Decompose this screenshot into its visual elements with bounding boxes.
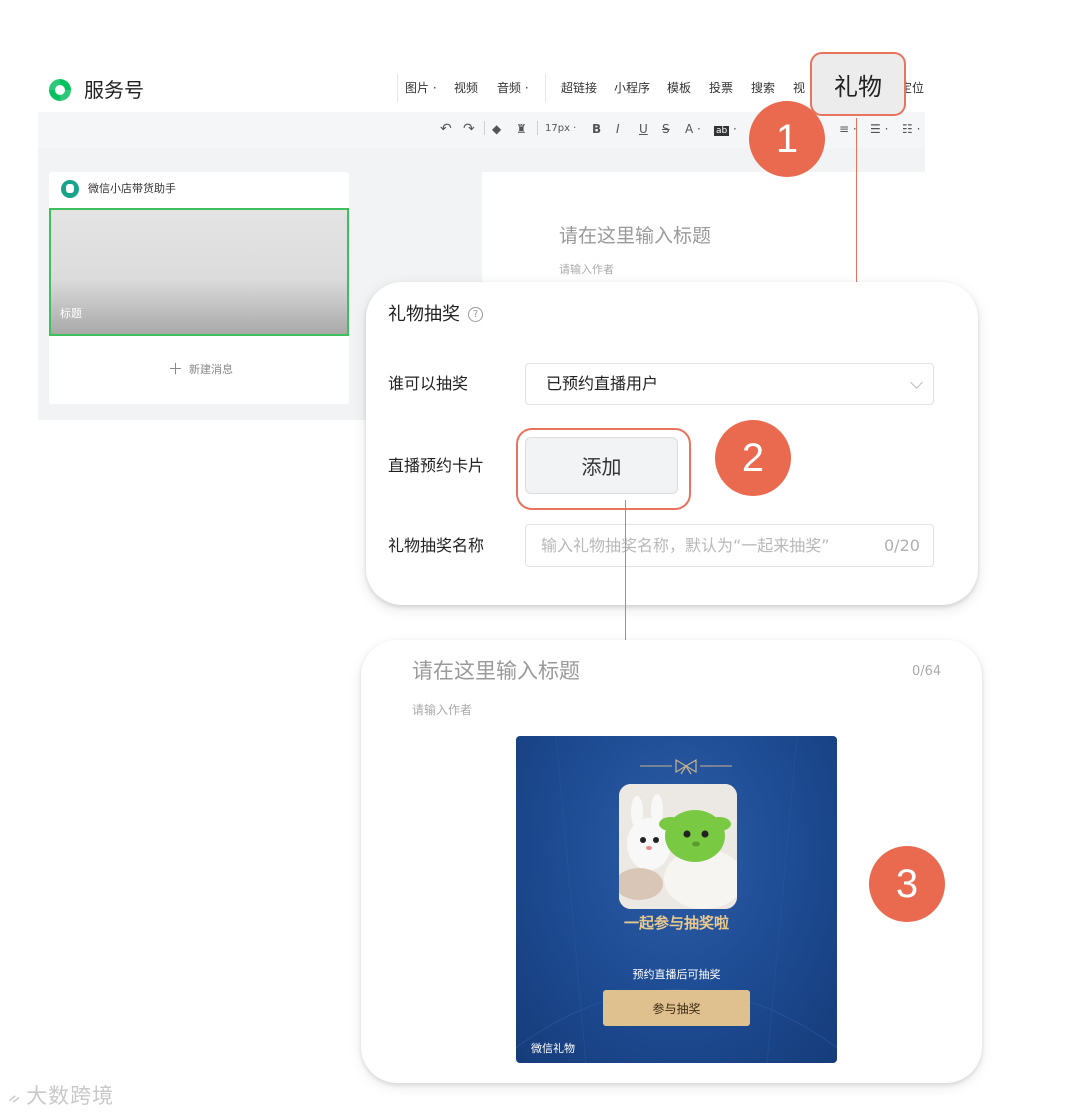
- indent-icon[interactable]: ☷ ·: [902, 120, 920, 138]
- live-card-label: 直播预约卡片: [388, 456, 485, 475]
- lottery-name-placeholder: 输入礼物抽奖名称，默认为“一起来抽奖”: [541, 536, 830, 555]
- ribbon-bow-icon: [640, 758, 732, 775]
- strikethrough-button[interactable]: S: [662, 120, 670, 138]
- service-account-logo-icon: [49, 79, 71, 101]
- step-3-badge: 3: [869, 846, 945, 922]
- menu-hyperlink[interactable]: 超链接: [561, 80, 597, 96]
- menu-video-account[interactable]: 视: [793, 80, 805, 96]
- align-center-icon[interactable]: ≡ ·: [839, 120, 857, 138]
- font-color-button[interactable]: A ·: [685, 120, 701, 138]
- menu-divider: [545, 74, 546, 102]
- help-icon[interactable]: ?: [468, 307, 483, 322]
- eraser-icon[interactable]: ◆: [492, 120, 501, 138]
- bold-button[interactable]: B: [592, 120, 601, 138]
- highlight-button[interactable]: ab ·: [714, 120, 737, 140]
- menu-mini-program[interactable]: 小程序: [614, 80, 650, 96]
- lottery-name-label: 礼物抽奖名称: [388, 536, 485, 555]
- toolbar-divider: [484, 121, 485, 135]
- gift-menu-highlight[interactable]: 礼物: [810, 52, 906, 116]
- font-size-select[interactable]: 17px ·: [545, 120, 576, 138]
- menu-template[interactable]: 模板: [667, 80, 691, 96]
- article-title-input[interactable]: 请在这里输入标题: [559, 222, 711, 250]
- who-can-draw-label: 谁可以抽奖: [388, 374, 469, 393]
- underline-button[interactable]: U: [639, 120, 648, 138]
- prize-plush-image: [619, 784, 737, 909]
- lottery-name-counter: 0/20: [884, 536, 920, 555]
- plus-icon: ＋: [168, 360, 184, 378]
- menu-vote[interactable]: 投票: [709, 80, 733, 96]
- format-painter-icon[interactable]: ♜: [516, 120, 527, 138]
- step-1-badge: 1: [749, 101, 825, 177]
- menu-image[interactable]: 图片 ·: [405, 80, 437, 96]
- connector-line-1: [856, 118, 857, 300]
- cover-title: 标题: [60, 307, 82, 320]
- line-spacing-icon[interactable]: ☰ ·: [870, 120, 888, 138]
- account-name: 微信小店带货助手: [88, 182, 176, 195]
- menu-video[interactable]: 视频: [454, 80, 478, 96]
- undo-icon[interactable]: ↶: [440, 120, 452, 138]
- lottery-heading: 一起参与抽奖啦: [623, 914, 729, 932]
- lottery-subtitle: 预约直播后可抽奖: [632, 968, 721, 981]
- article-author-input[interactable]: 请输入作者: [559, 262, 614, 278]
- brand-name: 服务号: [84, 78, 144, 102]
- watermark: ᨀ 大数跨境: [8, 1084, 115, 1108]
- preview-author-input[interactable]: 请输入作者: [412, 702, 472, 718]
- account-avatar: [61, 180, 79, 198]
- title-counter: 0/64: [912, 664, 942, 679]
- watermark-logo-icon: ᨀ: [8, 1088, 23, 1107]
- menu-divider: [397, 74, 398, 102]
- redo-icon[interactable]: ↷: [463, 120, 475, 138]
- toolbar-divider: [537, 121, 538, 135]
- preview-title-input[interactable]: 请在这里输入标题: [412, 656, 580, 686]
- article-cover[interactable]: [49, 208, 349, 336]
- step-2-badge: 2: [715, 420, 791, 496]
- join-lottery-button[interactable]: 参与抽奖: [603, 990, 750, 1026]
- who-can-draw-value: 已预约直播用户: [546, 374, 659, 393]
- popup-title: 礼物抽奖: [388, 304, 460, 325]
- wechat-gift-label: 微信礼物: [531, 1042, 575, 1055]
- menu-search[interactable]: 搜索: [751, 80, 775, 96]
- menu-audio[interactable]: 音频 ·: [497, 80, 529, 96]
- italic-button[interactable]: I: [616, 120, 620, 138]
- new-message-button[interactable]: ＋新建消息: [168, 361, 233, 378]
- add-live-card-button[interactable]: 添加: [525, 437, 678, 494]
